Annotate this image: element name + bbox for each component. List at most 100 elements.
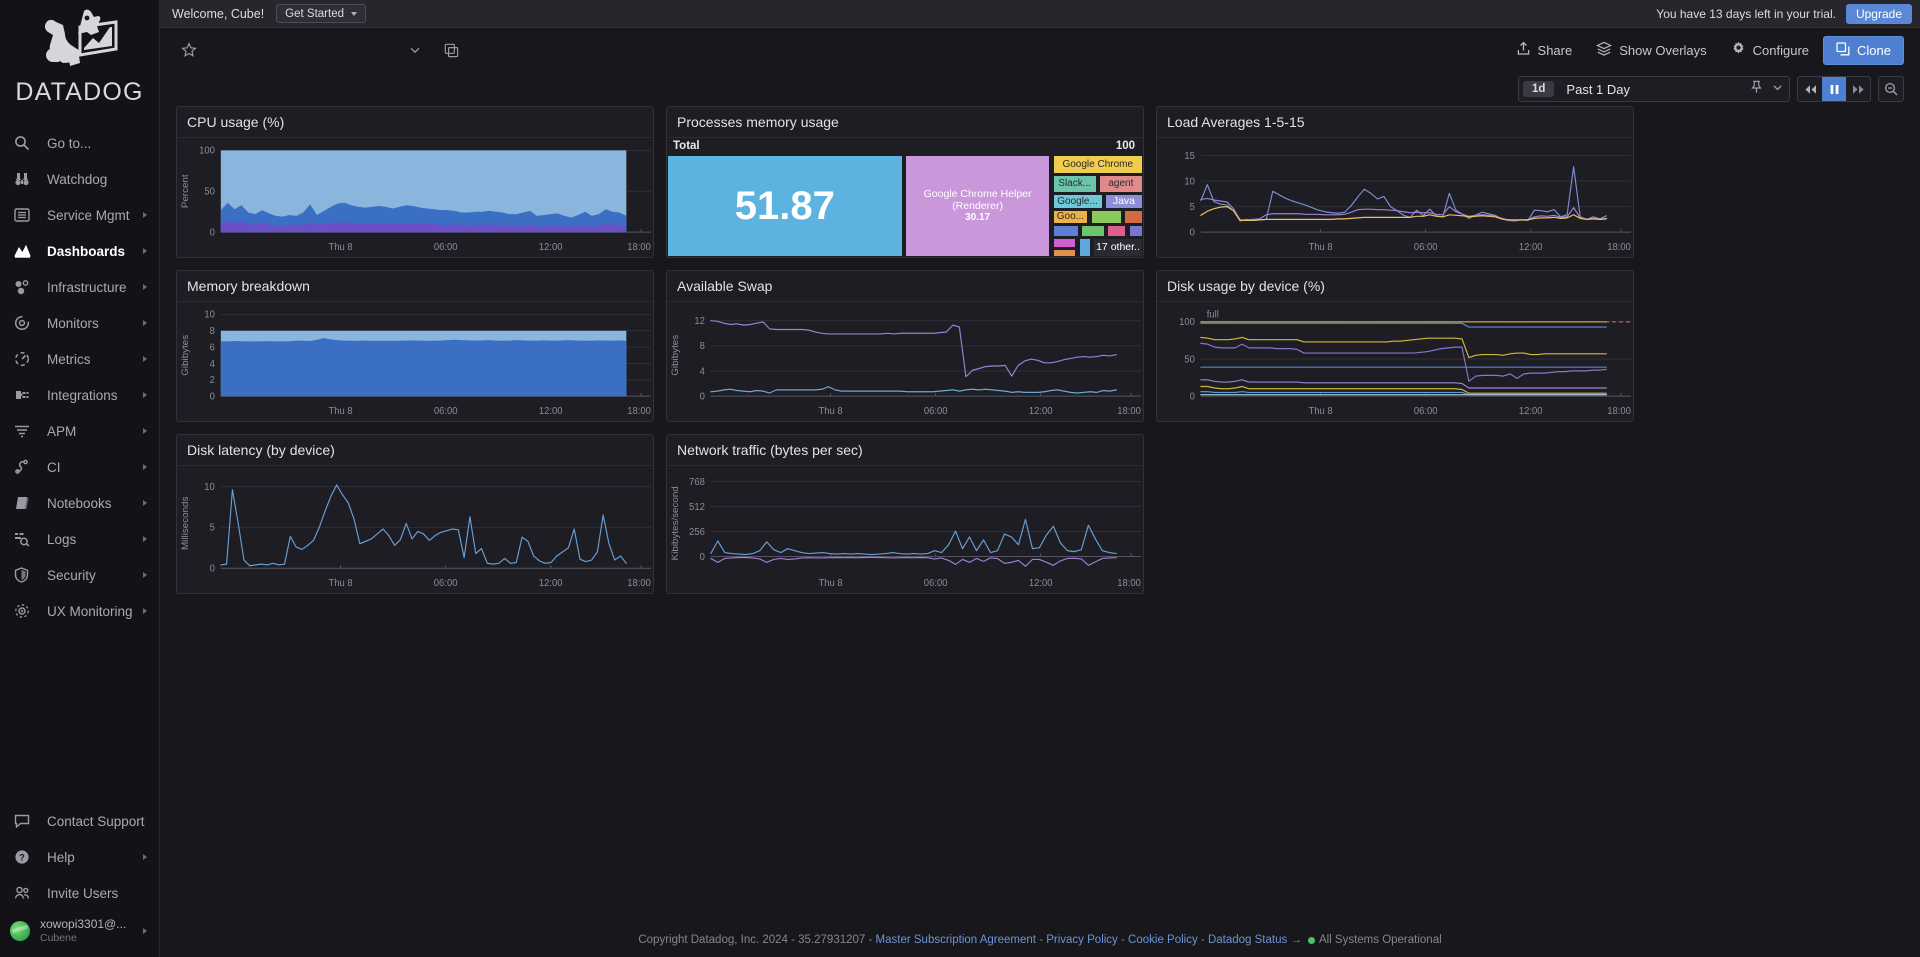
treemap-tile[interactable]	[1107, 225, 1126, 236]
treemap-tile[interactable]	[1091, 210, 1122, 224]
widget-title: Load Averages 1-5-15	[1157, 107, 1633, 138]
sidebar-item-contact-support[interactable]: Contact Support	[0, 803, 159, 839]
footer-link-msa[interactable]: Master Subscription Agreement	[876, 934, 1036, 946]
sidebar-item-notebooks[interactable]: Notebooks	[0, 485, 159, 521]
chevron-right-icon	[143, 608, 147, 614]
favorite-star-button[interactable]	[176, 37, 202, 63]
svg-text:8: 8	[700, 341, 705, 352]
sidebar-item-monitors[interactable]: Monitors	[0, 305, 159, 341]
widget-cpu-usage[interactable]: CPU usage (%) 050100PercentThu 806:0012:…	[176, 106, 654, 258]
svg-text:06:00: 06:00	[434, 406, 458, 417]
copy-icon[interactable]	[438, 37, 464, 63]
sidebar-item-integrations[interactable]: Integrations	[0, 377, 159, 413]
chart-memory-breakdown[interactable]: 0246810GibibytesThu 806:0012:0018:00	[177, 302, 653, 421]
sidebar-item-help[interactable]: ? Help	[0, 839, 159, 875]
svg-text:12:00: 12:00	[1029, 578, 1053, 589]
sidebar-item-dashboards[interactable]: Dashboards	[0, 233, 159, 269]
footer-link-privacy[interactable]: Privacy Policy	[1046, 934, 1118, 946]
sidebar-item-service-mgmt[interactable]: Service Mgmt	[0, 197, 159, 233]
sidebar-item-ci[interactable]: CI	[0, 449, 159, 485]
sidebar-item-label: Dashboards	[47, 244, 125, 259]
sidebar-item-label: Infrastructure	[47, 280, 127, 295]
treemap-tile[interactable]: Java	[1105, 194, 1143, 209]
sidebar-item-label: Integrations	[47, 388, 118, 403]
show-overlays-button[interactable]: Show Overlays	[1586, 36, 1716, 64]
sidebar-item-metrics[interactable]: Metrics	[0, 341, 159, 377]
svg-text:18:00: 18:00	[627, 578, 651, 589]
share-button[interactable]: Share	[1506, 36, 1583, 64]
help-circle-icon: ?	[14, 848, 38, 866]
sidebar-item-watchdog[interactable]: Watchdog	[0, 161, 159, 197]
treemap-tile[interactable]	[1053, 249, 1077, 257]
treemap-tile[interactable]: Google...	[1053, 194, 1103, 209]
svg-text:100: 100	[1179, 317, 1195, 328]
sidebar-item-go-to[interactable]: Go to...	[0, 125, 159, 161]
widget-disk-latency[interactable]: Disk latency (by device) 0510Millisecond…	[176, 434, 654, 594]
time-range-picker[interactable]: 1d Past 1 Day	[1518, 76, 1790, 102]
user-account[interactable]: xowopi3301@... Cubene	[0, 911, 159, 951]
footer-link-status[interactable]: Datadog Status	[1208, 934, 1287, 946]
treemap-tile[interactable]: Google Chrome	[1053, 155, 1143, 174]
sidebar-item-ux-monitoring[interactable]: UX Monitoring	[0, 593, 159, 629]
apm-icon	[14, 422, 38, 440]
brand-logo[interactable]: DATADOG	[0, 0, 159, 119]
widget-available-swap[interactable]: Available Swap 04812GibibytesThu 806:001…	[666, 270, 1144, 422]
time-range-badge: 1d	[1523, 81, 1554, 97]
widget-network-traffic[interactable]: Network traffic (bytes per sec) 02565127…	[666, 434, 1144, 594]
treemap-tile[interactable]	[1053, 238, 1077, 248]
widget-load-averages[interactable]: Load Averages 1-5-15 051015Thu 806:0012:…	[1156, 106, 1634, 258]
top-bar: Welcome, Cube! Get Started You have 13 d…	[160, 0, 1920, 28]
treemap-tile[interactable]: Google Chrome Helper (Renderer)30.17	[905, 155, 1050, 257]
chart-load-averages[interactable]: 051015Thu 806:0012:0018:00	[1157, 138, 1633, 257]
chart-disk-latency[interactable]: 0510MillisecondsThu 806:0012:0018:00	[177, 466, 653, 593]
clone-button[interactable]: Clone	[1823, 36, 1904, 65]
chevron-down-icon[interactable]	[1772, 80, 1783, 98]
treemap-tile[interactable]: agent	[1099, 175, 1143, 192]
sidebar-item-security[interactable]: Security	[0, 557, 159, 593]
widget-processes-memory-usage[interactable]: Processes memory usage Total 100 51.87Go…	[666, 106, 1144, 258]
get-started-button[interactable]: Get Started	[276, 4, 366, 23]
chevron-right-icon	[143, 428, 147, 434]
chart-disk-usage-by-device[interactable]: 050100Thu 806:0012:0018:00full	[1157, 302, 1633, 421]
treemap-tile[interactable]: Slack...	[1053, 175, 1097, 192]
treemap-tile[interactable]	[1081, 225, 1105, 236]
treemap[interactable]: 51.87Google Chrome Helper (Renderer)30.1…	[667, 155, 1143, 257]
footer-link-cookie[interactable]: Cookie Policy	[1128, 934, 1198, 946]
svg-text:256: 256	[689, 527, 705, 538]
widget-title: Processes memory usage	[667, 107, 1143, 138]
dashboard-grid: CPU usage (%) 050100PercentThu 806:0012:…	[160, 106, 1920, 606]
svg-text:12:00: 12:00	[539, 242, 563, 253]
chart-network-traffic[interactable]: 0256512768Kibibytes/secondThu 806:0012:0…	[667, 466, 1143, 593]
chart-available-swap[interactable]: 04812GibibytesThu 806:0012:0018:00	[667, 302, 1143, 421]
widget-disk-usage-by-device[interactable]: Disk usage by device (%) 050100Thu 806:0…	[1156, 270, 1634, 422]
treemap-tile[interactable]	[1053, 225, 1079, 236]
treemap-tile[interactable]	[1079, 238, 1091, 257]
sidebar-item-infrastructure[interactable]: Infrastructure	[0, 269, 159, 305]
svg-text:4: 4	[700, 366, 706, 377]
treemap-tile[interactable]: 51.87	[667, 155, 903, 257]
zoom-out-button[interactable]	[1878, 76, 1904, 102]
dashboard-menu-chevron[interactable]	[402, 37, 428, 63]
treemap-tile[interactable]	[1129, 225, 1143, 236]
sidebar-item-logs[interactable]: Logs	[0, 521, 159, 557]
sidebar-item-apm[interactable]: APM	[0, 413, 159, 449]
configure-button[interactable]: Configure	[1721, 36, 1819, 64]
treemap-tile[interactable]	[1124, 210, 1143, 224]
pin-icon[interactable]	[1750, 80, 1763, 99]
treemap-tile[interactable]: Goo...	[1053, 210, 1089, 224]
datadog-app: DATADOG Go to... Watchdog	[0, 0, 1920, 957]
treemap-tile-label: agent	[1106, 178, 1135, 190]
upgrade-button[interactable]: Upgrade	[1846, 4, 1912, 24]
clone-label: Clone	[1857, 43, 1891, 58]
svg-text:Percent: Percent	[180, 174, 191, 208]
sidebar-item-invite-users[interactable]: Invite Users	[0, 875, 159, 911]
sidebar-item-label: APM	[47, 424, 76, 439]
rewind-button[interactable]	[1798, 77, 1822, 101]
widget-row-2: Memory breakdown 0246810GibibytesThu 806…	[176, 270, 1904, 422]
chart-cpu-usage[interactable]: 050100PercentThu 806:0012:0018:00	[177, 138, 653, 257]
svg-text:06:00: 06:00	[924, 578, 948, 589]
treemap-tile[interactable]: 17 other..	[1093, 238, 1143, 257]
forward-button[interactable]	[1846, 77, 1870, 101]
pause-button[interactable]	[1822, 77, 1846, 101]
widget-memory-breakdown[interactable]: Memory breakdown 0246810GibibytesThu 806…	[176, 270, 654, 422]
